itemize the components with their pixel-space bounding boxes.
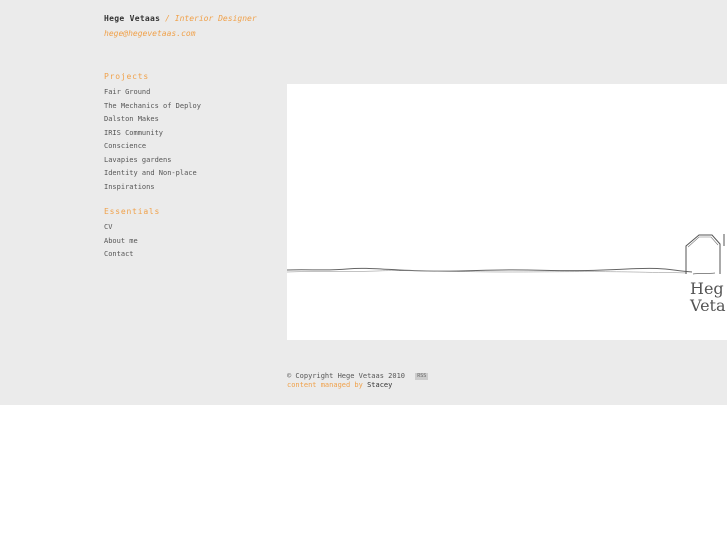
nav-item-lavapies-gardens[interactable]: Lavapies gardens — [104, 155, 201, 169]
credit-prefix: content managed by — [287, 381, 363, 389]
hero-image: Heg Veta — [287, 84, 727, 340]
nav-item-contact[interactable]: Contact — [104, 249, 160, 263]
nav-item-cv[interactable]: CV — [104, 222, 160, 236]
site-header: Hege Vetaas / Interior Designer — [104, 13, 257, 25]
nav-item-mechanics-of-deploy[interactable]: The Mechanics of Deploy — [104, 101, 201, 115]
site-role: Interior Designer — [174, 14, 257, 23]
site-name[interactable]: Hege Vetaas — [104, 14, 160, 23]
credit-row: content managed by Stacey — [287, 381, 428, 390]
footer: © Copyright Hege Vetaas 2010 RSS content… — [287, 372, 429, 390]
nav-item-dalston-makes[interactable]: Dalston Makes — [104, 114, 201, 128]
page: Hege Vetaas / Interior Designer hege@heg… — [0, 0, 727, 405]
projects-list: Fair Ground The Mechanics of Deploy Dals… — [104, 87, 201, 195]
copyright-row: © Copyright Hege Vetaas 2010 RSS — [287, 372, 429, 381]
nav-item-inspirations[interactable]: Inspirations — [104, 182, 201, 196]
email-link[interactable]: hege@hegevetaas.com — [104, 28, 196, 40]
projects-nav: Projects Fair Ground The Mechanics of De… — [104, 72, 201, 195]
nav-item-identity-non-place[interactable]: Identity and Non-place — [104, 168, 201, 182]
essentials-heading: Essentials — [104, 207, 161, 216]
copyright-text: © Copyright Hege Vetaas 2010 — [287, 372, 406, 380]
house-roof-line — [687, 236, 719, 248]
sketch-drawing: Heg Veta — [287, 234, 726, 315]
nav-item-about-me[interactable]: About me — [104, 236, 160, 250]
nav-item-iris-community[interactable]: IRIS Community — [104, 128, 201, 142]
house-outline — [685, 234, 721, 274]
title-separator: / — [165, 14, 170, 23]
rss-icon[interactable]: RSS — [415, 373, 429, 380]
nav-item-conscience[interactable]: Conscience — [104, 141, 201, 155]
nav-item-fair-ground[interactable]: Fair Ground — [104, 87, 201, 101]
logo-text-line2: Veta — [689, 296, 726, 315]
essentials-list: CV About me Contact — [104, 222, 160, 263]
horizon-line-faint — [287, 270, 688, 274]
house-base-line — [692, 272, 716, 275]
essentials-nav: Essentials CV About me Contact — [104, 207, 160, 263]
stacey-link[interactable]: Stacey — [367, 381, 392, 389]
projects-heading: Projects — [104, 72, 149, 81]
